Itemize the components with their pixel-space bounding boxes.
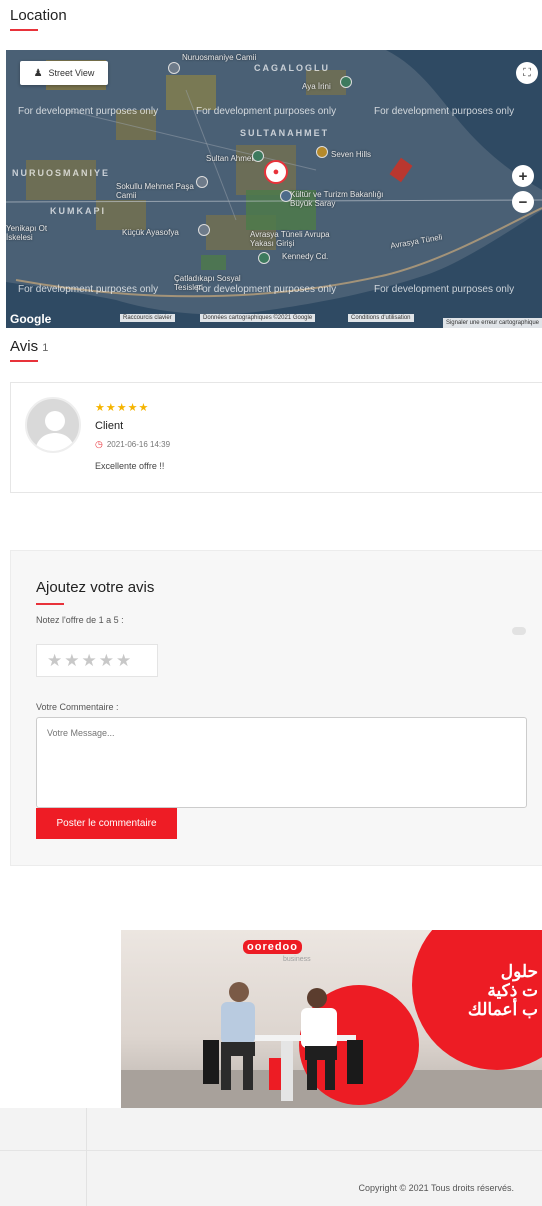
poi-pin-icon[interactable] bbox=[316, 146, 328, 158]
report-error-link[interactable]: Signaler une erreur cartographique bbox=[442, 318, 542, 328]
review-text: Excellente offre !! bbox=[95, 461, 165, 471]
comment-textarea[interactable] bbox=[36, 717, 527, 808]
map-label-nuruosmaniye-camii: Nuruosmaniye Camii bbox=[182, 53, 257, 62]
banner-arabic-text: حلول ت ذكية ب أعمالك bbox=[468, 962, 538, 1019]
location-marker-icon[interactable]: ● bbox=[264, 160, 288, 184]
reviews-count: 1 bbox=[42, 342, 49, 354]
copyright-text: Copyright © 2021 Tous droits réservés. bbox=[358, 1183, 514, 1193]
poi-pin-icon[interactable] bbox=[168, 62, 180, 74]
map-label-cagaloglu: CAGALOGLU bbox=[254, 63, 330, 73]
add-review-form: Ajoutez votre avis Notez l'offre de 1 a … bbox=[10, 550, 542, 866]
poi-pin-icon[interactable] bbox=[196, 176, 208, 188]
pegman-icon: ♟ bbox=[33, 67, 43, 79]
banner-arabic-line: ب أعمالك bbox=[467, 1000, 538, 1020]
map-label-seven-hills: Seven Hills bbox=[331, 150, 372, 159]
dev-notice: For development purposes only bbox=[196, 106, 337, 117]
map-label-sultanahmet: SULTANAHMET bbox=[240, 128, 330, 138]
add-review-underline bbox=[36, 603, 64, 605]
poi-pin-icon[interactable] bbox=[340, 76, 352, 88]
review-date-text: 2021-06-16 14:39 bbox=[106, 440, 171, 449]
map-label-kultur: Kültür ve Turizm Bakanlığı Büyük Saray bbox=[290, 190, 384, 208]
footer-divider bbox=[0, 1150, 542, 1151]
zoom-in-button[interactable]: + bbox=[512, 165, 534, 187]
ooredoo-business-label: business bbox=[283, 956, 311, 963]
comment-label: Votre Commentaire : bbox=[36, 702, 119, 712]
poi-pin-icon[interactable] bbox=[258, 252, 270, 264]
location-title-underline bbox=[10, 29, 38, 31]
map-label-yenikapi: Yenikapı Ot İskelesi bbox=[6, 224, 48, 242]
reviews-title-text: Avis bbox=[10, 338, 39, 355]
banner-arabic-line: ت ذكية bbox=[487, 981, 538, 1001]
poi-pin-icon[interactable] bbox=[252, 150, 264, 162]
star-icon[interactable]: ★ bbox=[64, 651, 79, 671]
map-label-sultan-ahmet: Sultan Ahmet bbox=[206, 154, 254, 163]
review-author: Client bbox=[95, 420, 124, 432]
map-label-kucuk-ayasofya: Küçük Ayasofya bbox=[122, 228, 179, 237]
map-data-link[interactable]: Données cartographiques ©2021 Google bbox=[200, 314, 316, 322]
map-label-kennedy: Kennedy Cd. bbox=[282, 252, 329, 261]
location-title: Location bbox=[10, 7, 67, 24]
fullscreen-icon: ⛶ bbox=[523, 66, 531, 79]
map-label-catladikapi: Çatladıkapı Sosyal Tesisleri bbox=[174, 274, 241, 292]
star-icon[interactable]: ★ bbox=[116, 651, 131, 671]
map-label-sokullu: Sokullu Mehmet Paşa Camii bbox=[116, 182, 194, 200]
keyboard-shortcuts-link[interactable]: Raccourcis clavier bbox=[120, 314, 175, 322]
rating-input[interactable]: ★ ★ ★ ★ ★ bbox=[36, 644, 158, 677]
terms-link[interactable]: Conditions d'utilisation bbox=[348, 314, 414, 322]
minus-icon: − bbox=[518, 193, 528, 211]
plus-icon: + bbox=[518, 167, 528, 185]
poi-pin-icon[interactable] bbox=[280, 190, 292, 202]
map-label-avrasya-girisi: Avrasya Tüneli Avrupa Yakası Girişi bbox=[250, 230, 330, 248]
dev-notice: For development purposes only bbox=[18, 106, 159, 117]
clock-icon: ◷ bbox=[95, 439, 103, 449]
reviews-title: Avis 1 bbox=[10, 338, 48, 355]
footer-column-divider bbox=[86, 1108, 87, 1206]
reviews-title-underline bbox=[10, 360, 38, 362]
post-comment-button[interactable]: Poster le commentaire bbox=[36, 808, 177, 839]
star-icon[interactable]: ★ bbox=[82, 651, 97, 671]
add-review-title: Ajoutez votre avis bbox=[36, 579, 155, 596]
ooredoo-banner[interactable]: ooredoo business حلول ت ذكية ب أعمالك bbox=[121, 930, 542, 1108]
review-date: ◷ 2021-06-16 14:39 bbox=[95, 439, 170, 450]
map-label-nuruosmaniye: NURUOSMANIYE bbox=[12, 168, 111, 178]
rate-label: Notez l'offre de 1 a 5 : bbox=[36, 615, 124, 625]
poi-pin-icon[interactable] bbox=[198, 224, 210, 236]
map-label-kumkapi: KUMKAPI bbox=[50, 206, 106, 216]
fullscreen-button[interactable]: ⛶ bbox=[516, 62, 538, 84]
dev-notice: For development purposes only bbox=[374, 284, 515, 295]
map-label-aya-irini: Aya İrini bbox=[302, 82, 331, 91]
review-rating-stars: ★★★★★ bbox=[95, 402, 150, 414]
street-view-label: Street View bbox=[48, 68, 95, 78]
user-icon bbox=[35, 411, 75, 451]
zoom-out-button[interactable]: − bbox=[512, 191, 534, 213]
star-icon[interactable]: ★ bbox=[99, 651, 114, 671]
map[interactable]: For development purposes only For develo… bbox=[6, 50, 542, 328]
toggle-indicator bbox=[512, 627, 526, 635]
street-view-button[interactable]: ♟ Street View bbox=[20, 61, 108, 85]
google-logo: Google bbox=[10, 312, 52, 326]
ooredoo-logo: ooredoo bbox=[243, 940, 302, 954]
avatar bbox=[25, 397, 81, 453]
dev-notice: For development purposes only bbox=[18, 284, 159, 295]
banner-arabic-line: حلول bbox=[500, 962, 538, 981]
dev-notice: For development purposes only bbox=[374, 106, 515, 117]
star-icon[interactable]: ★ bbox=[47, 651, 62, 671]
review-card: ★★★★★ Client ◷ 2021-06-16 14:39 Excellen… bbox=[10, 382, 542, 493]
